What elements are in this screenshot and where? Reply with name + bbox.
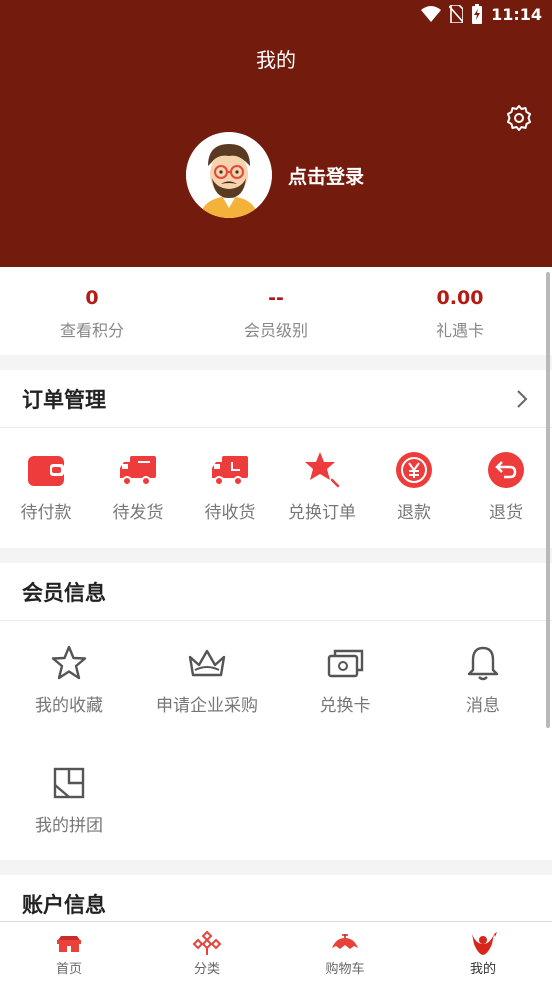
nav-label: 首页 [55, 962, 82, 977]
profile-header: 11:14 我的 点击登录 [0, 0, 552, 267]
account-section: 账户信息 [0, 875, 552, 921]
exchange-star-icon [305, 452, 340, 488]
status-bar: 11:14 [0, 0, 552, 32]
section-title: 会员信息 [22, 580, 106, 605]
order-pending-payment[interactable]: 待付款 [0, 428, 92, 546]
order-pending-shipment[interactable]: 待发货 [92, 428, 184, 546]
order-return[interactable]: 退货 [460, 428, 552, 546]
order-label: 待发货 [112, 503, 164, 523]
member-messages[interactable]: 消息 [414, 621, 552, 741]
order-label: 退货 [489, 503, 523, 523]
section-title: 订单管理 [22, 387, 106, 412]
member-label: 我的拼团 [35, 816, 103, 836]
stat-label: 会员级别 [243, 321, 308, 340]
order-label: 兑换订单 [288, 503, 356, 523]
stat-label: 查看积分 [59, 321, 124, 340]
chevron-right-icon [517, 390, 528, 408]
stat-value: 0 [85, 287, 99, 309]
nav-category[interactable]: 分类 [138, 922, 276, 983]
group-buy-icon [53, 767, 85, 799]
yen-refund-icon [396, 452, 432, 488]
delivery-truck-icon [212, 456, 248, 486]
section-title: 账户信息 [22, 893, 106, 917]
no-sim-icon [449, 5, 464, 23]
stat-label: 礼遇卡 [435, 321, 484, 340]
stat-points[interactable]: 0 查看积分 [0, 267, 184, 355]
bottom-nav: 首页 分类 购物车 我的 [0, 921, 552, 983]
nav-profile[interactable]: 我的 [414, 922, 552, 983]
nav-cart[interactable]: 购物车 [276, 922, 414, 983]
avatar[interactable] [186, 132, 272, 218]
member-exchange-card[interactable]: 兑换卡 [276, 621, 414, 741]
star-icon [51, 645, 87, 680]
nav-home[interactable]: 首页 [0, 922, 138, 983]
truck-icon [120, 456, 156, 486]
nav-label: 购物车 [325, 962, 365, 977]
member-group-buy[interactable]: 我的拼团 [0, 741, 138, 861]
stat-value: -- [268, 287, 284, 309]
cart-icon [332, 934, 358, 949]
order-label: 待收货 [204, 503, 256, 523]
card-stack-icon [327, 649, 364, 678]
member-favorites[interactable]: 我的收藏 [0, 621, 138, 741]
cartoon-avatar-icon [186, 132, 272, 218]
status-time: 11:14 [491, 4, 542, 24]
order-label: 退款 [397, 503, 431, 523]
member-enterprise-purchase[interactable]: 申请企业采购 [138, 621, 276, 741]
stat-member-level[interactable]: -- 会员级别 [184, 267, 368, 355]
member-label: 兑换卡 [319, 696, 371, 716]
order-section: 订单管理 待付款 待发货 待收货 兑换订单 退款 退货 [0, 370, 552, 548]
stats-bar: 0 查看积分 -- 会员级别 0.00 礼遇卡 [0, 267, 552, 355]
order-header[interactable]: 订单管理 [0, 370, 552, 428]
stat-gift-card[interactable]: 0.00 礼遇卡 [368, 267, 552, 355]
nav-label: 我的 [469, 962, 496, 977]
profile-icon [472, 932, 497, 955]
battery-charging-icon [472, 4, 483, 24]
login-link[interactable]: 点击登录 [288, 162, 364, 189]
order-label: 待付款 [20, 503, 72, 523]
member-section: 会员信息 我的收藏 申请企业采购 兑换卡 消息 我的拼团 [0, 563, 552, 860]
return-arrow-icon [488, 452, 524, 488]
member-header: 会员信息 [0, 563, 552, 621]
category-icon [192, 930, 222, 955]
member-label: 消息 [466, 696, 500, 716]
member-label: 申请企业采购 [156, 696, 258, 716]
wallet-icon [28, 456, 64, 486]
order-refund[interactable]: 退款 [368, 428, 460, 546]
crown-icon [188, 649, 226, 677]
wifi-icon [421, 6, 442, 22]
order-pending-receipt[interactable]: 待收货 [184, 428, 276, 546]
home-icon [57, 936, 81, 952]
nav-label: 分类 [193, 962, 220, 977]
order-exchange[interactable]: 兑换订单 [276, 428, 368, 546]
settings-gear-icon[interactable] [505, 104, 533, 132]
page-title: 我的 [256, 48, 296, 72]
member-label: 我的收藏 [35, 696, 103, 716]
scrollbar[interactable] [546, 272, 550, 728]
bell-icon [467, 646, 499, 681]
stat-value: 0.00 [436, 287, 484, 309]
account-header[interactable]: 账户信息 [0, 875, 552, 921]
